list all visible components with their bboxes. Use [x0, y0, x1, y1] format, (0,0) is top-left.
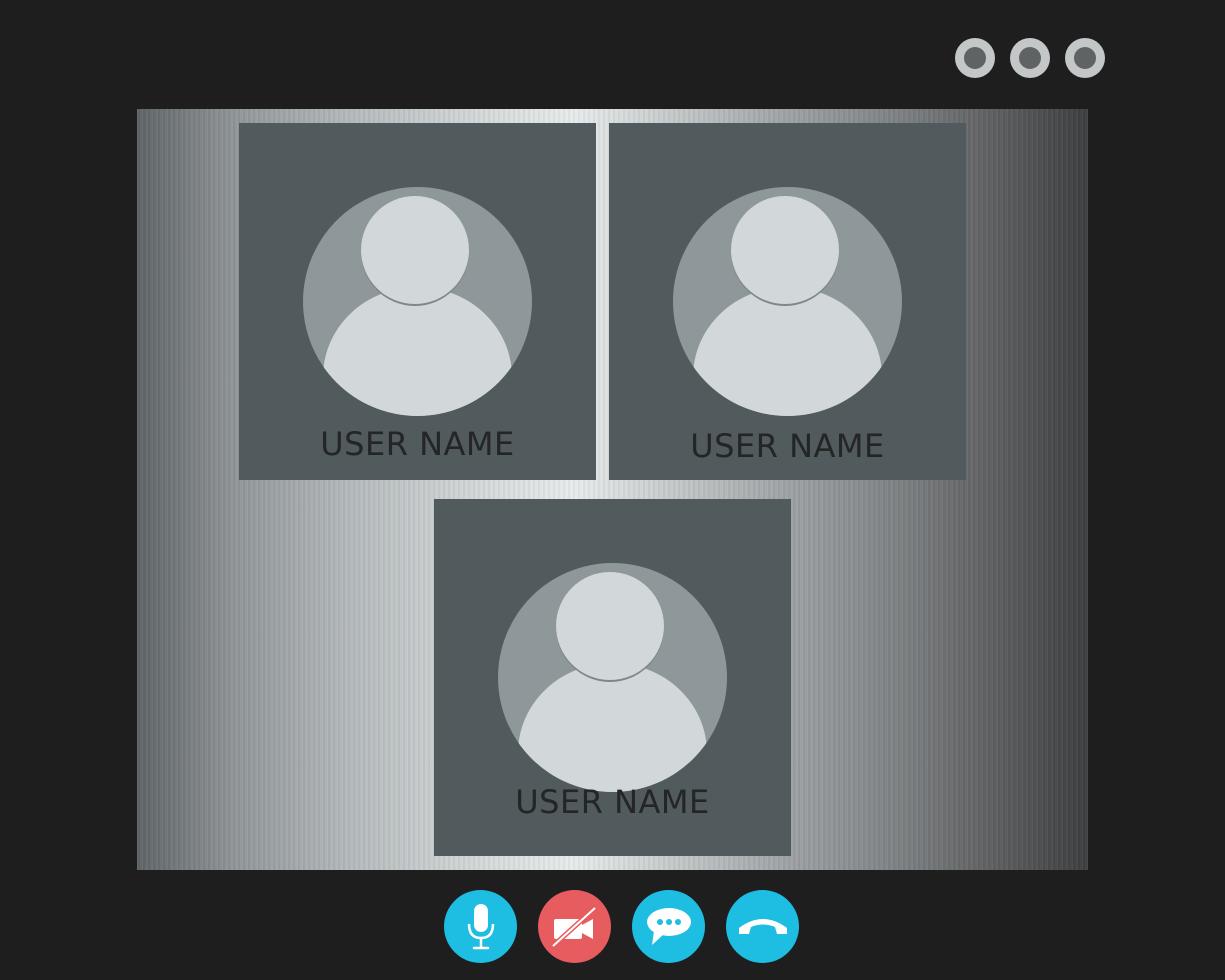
call-controls-bar: [444, 890, 799, 963]
participant-name: USER NAME: [690, 427, 885, 465]
chat-button[interactable]: [632, 890, 705, 963]
participant-tile[interactable]: USER NAME: [609, 123, 966, 480]
window-dot-icon[interactable]: [1010, 38, 1050, 78]
window-dot-icon[interactable]: [955, 38, 995, 78]
camera-toggle-button[interactable]: [538, 890, 611, 963]
video-call-window: USER NAME USER NAME USER NAME: [0, 0, 1225, 980]
window-dot-icon[interactable]: [1065, 38, 1105, 78]
hang-up-icon: [738, 918, 787, 934]
user-avatar-icon: [498, 563, 727, 792]
hang-up-button[interactable]: [726, 890, 799, 963]
camera-off-icon: [550, 905, 597, 948]
chat-icon: [646, 907, 691, 945]
user-avatar-icon: [303, 187, 532, 416]
user-avatar-icon: [673, 187, 902, 416]
window-controls: [955, 38, 1105, 78]
mute-button[interactable]: [444, 890, 517, 963]
participant-tile[interactable]: USER NAME: [434, 499, 791, 856]
participant-tile[interactable]: USER NAME: [239, 123, 596, 480]
participant-name: USER NAME: [515, 783, 710, 821]
microphone-icon: [467, 903, 494, 949]
participant-grid: USER NAME USER NAME USER NAME: [137, 109, 1088, 870]
participant-name: USER NAME: [320, 425, 515, 463]
